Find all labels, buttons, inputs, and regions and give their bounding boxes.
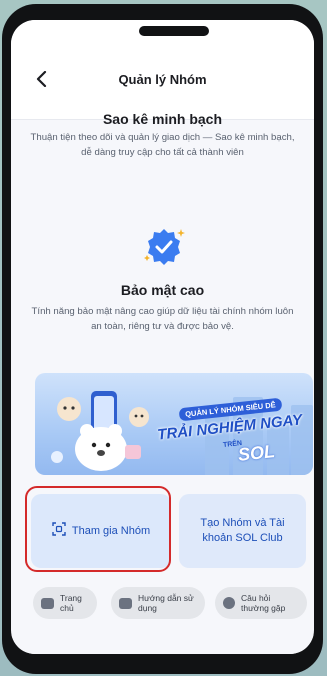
shortcut-home[interactable]: Trang chủ <box>33 587 97 619</box>
guide-book-icon <box>119 597 132 609</box>
home-icon <box>41 597 54 609</box>
bottom-safe-area <box>11 634 314 654</box>
mascot-illustration <box>51 391 149 471</box>
page-title: Quản lý Nhóm <box>118 72 207 87</box>
camera-notch <box>139 26 209 36</box>
join-group-button[interactable]: Tham gia Nhóm <box>31 494 171 568</box>
create-group-label: Tạo Nhóm và Tài khoản SOL Club <box>200 517 285 544</box>
security-title: Bảo mật cao <box>120 282 205 298</box>
statement-description: Thuận tiện theo dõi và quản lý giao dịch… <box>30 132 295 158</box>
security-description: Tính năng bảo mật nâng cao giúp dữ liệu … <box>31 306 294 332</box>
shortcut-guide-label: Hướng dẫn sử dụng <box>138 593 194 613</box>
shortcut-faq[interactable]: Câu hỏi thường gặp <box>215 587 307 619</box>
phone-frame: Quản lý Nhóm Sao kê minh bạch Thuận tiện… <box>2 4 323 674</box>
join-group-label: Tham gia Nhóm <box>71 524 151 537</box>
verified-shield-icon <box>142 225 186 269</box>
shortcut-faq-label: Câu hỏi thường gặp <box>241 593 286 613</box>
header: Quản lý Nhóm <box>11 20 314 120</box>
app-screen: Quản lý Nhóm Sao kê minh bạch Thuận tiện… <box>11 20 314 654</box>
create-group-button[interactable]: Tạo Nhóm và Tài khoản SOL Club <box>179 494 306 568</box>
banner-brand: SOL <box>237 441 276 465</box>
statement-title: Sao kê minh bạch <box>102 111 223 127</box>
promo-banner[interactable]: QUẢN LÝ NHÓM SIÊU DỄ TRẢI NGHIỆM NGAY TR… <box>35 373 313 475</box>
shortcut-guide[interactable]: Hướng dẫn sử dụng <box>111 587 205 619</box>
shortcut-home-label: Trang chủ <box>60 593 82 613</box>
qr-scan-icon <box>52 521 66 541</box>
info-icon <box>223 597 235 609</box>
